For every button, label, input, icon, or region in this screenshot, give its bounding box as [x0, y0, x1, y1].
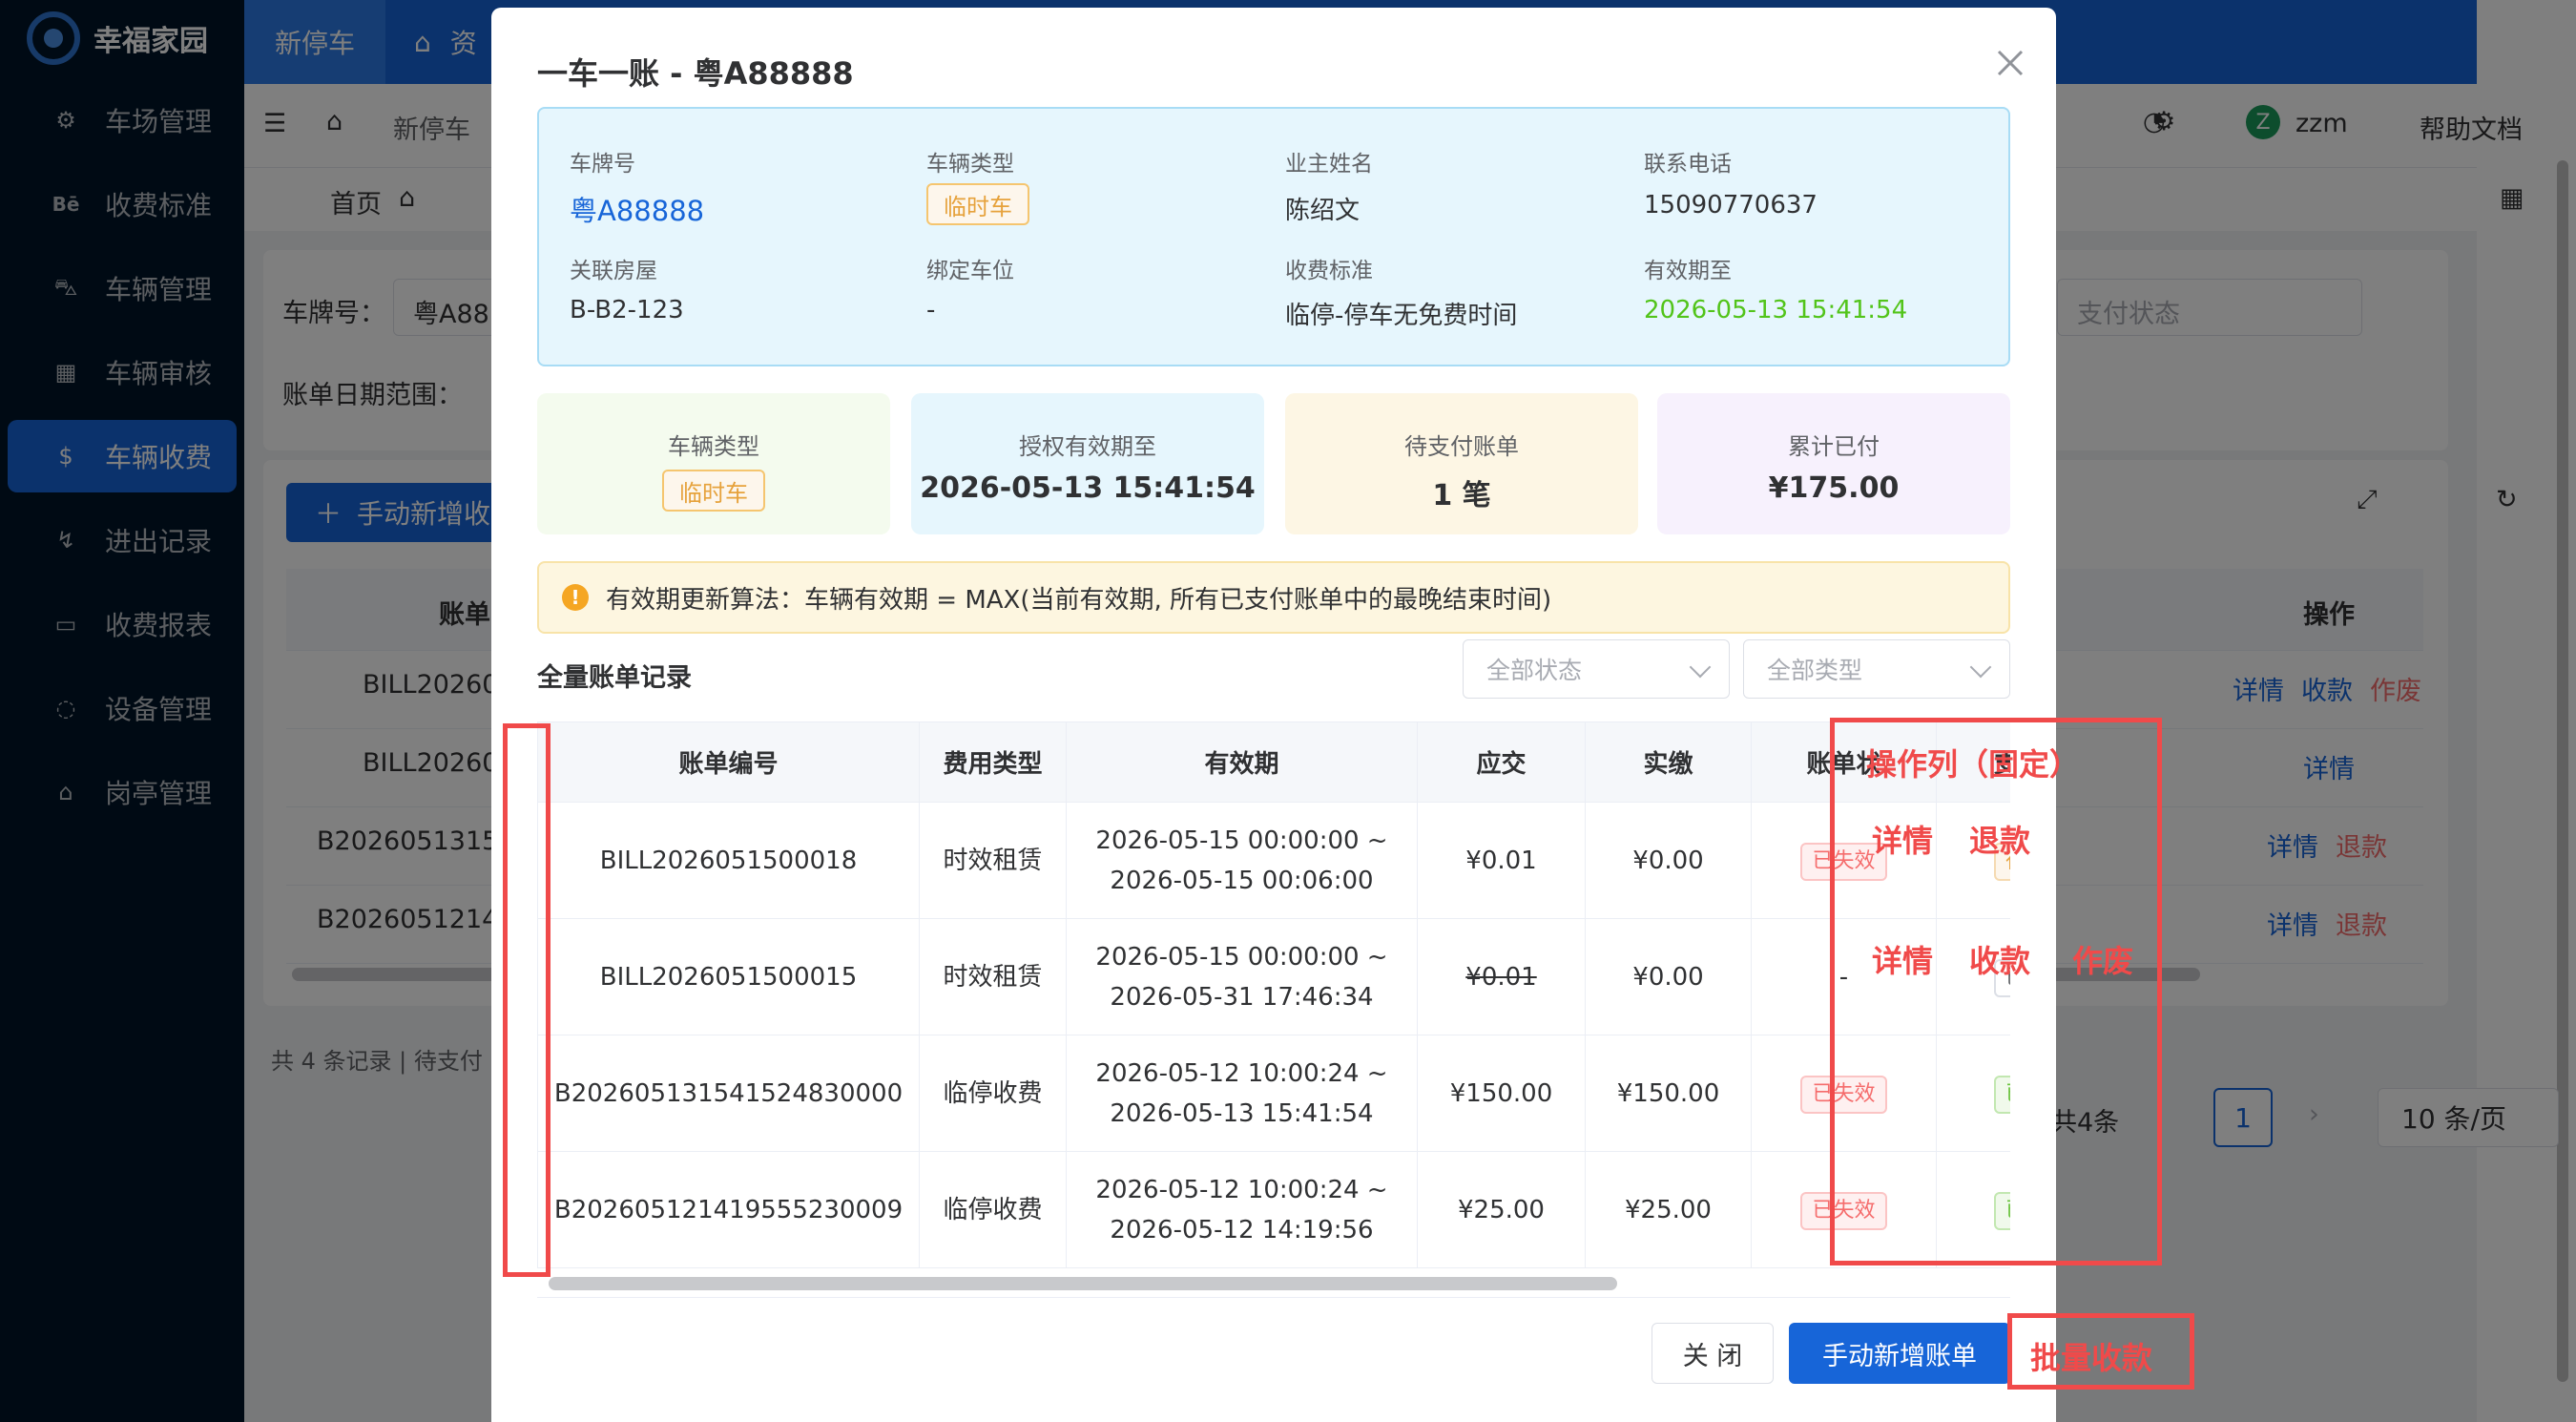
warning-icon: ! [562, 584, 589, 611]
fee-type: 临停收费 [919, 1035, 1067, 1152]
period: 2026-05-15 00:00:00 ~ 2026-05-31 17:46:34 [1066, 918, 1418, 1035]
table-row: B20260513154152483000​0 临停收费 2026-05-12 … [537, 1035, 2010, 1152]
select-placeholder: 全部类型 [1767, 657, 1863, 684]
paid-amount: ¥150.00 [1585, 1035, 1752, 1152]
period: 2026-05-12 10:00:24 ~ 2026-05-13 15:41:54 [1066, 1035, 1418, 1152]
stat-card-pending-bills: 待支付账单 1 笔 [1285, 393, 1638, 534]
stat-value: ¥175.00 [1768, 471, 1900, 505]
owner-label: 业主姓名 [1285, 152, 1373, 177]
bill-no: B2026051214195552300​09 [537, 1151, 920, 1268]
fee-type: 临停收费 [919, 1151, 1067, 1268]
stat-label: 授权有效期至 [1019, 433, 1156, 460]
select-placeholder: 全部状态 [1486, 657, 1583, 684]
col-due: 应交 [1417, 721, 1586, 803]
stat-label: 累计已付 [1788, 433, 1880, 460]
stat-value: 1 笔 [1432, 479, 1491, 512]
bills-table-wrap: 账单编号 费用类型 有效期 应交 实缴 账单状 支 BILL2026051500… [537, 721, 2010, 1298]
bill-no: BILL2026051500015 [537, 918, 920, 1035]
chevron-down-icon [1969, 656, 1992, 679]
annotation-left-box [503, 723, 551, 1277]
col-period: 有效期 [1066, 721, 1418, 803]
period: 2026-05-15 00:00:00 ~ 2026-05-15 00:06:00 [1066, 802, 1418, 919]
stat-card-vehicle-type: 车辆类型 临时车 [537, 393, 890, 534]
expire-value: 2026-05-13 15:41:54 [1644, 296, 1908, 324]
table-horizontal-scrollbar[interactable] [549, 1277, 1617, 1290]
owner-value: 陈绍文 [1285, 197, 1361, 225]
temp-car-tag: 临时车 [662, 470, 765, 512]
bill-no: BILL2026051500018 [537, 802, 920, 919]
temp-car-tag: 临时车 [926, 183, 1029, 225]
stat-card-auth-expire: 授权有效期至 2026-05-13 15:41:54 [911, 393, 1264, 534]
expire-label: 有效期至 [1644, 259, 1732, 283]
annotation-detail: 详情 [1872, 943, 1934, 979]
space-label: 绑定车位 [926, 259, 1014, 283]
type-filter-select[interactable]: 全部类型 [1743, 639, 2010, 699]
period-end: 2026-05-15 00:06:00 [1110, 866, 1374, 895]
due-amount: ¥150.00 [1417, 1035, 1586, 1152]
stat-tag-wrap: 临时车 [537, 470, 890, 512]
due-amount: ¥0.01 [1417, 802, 1586, 919]
paid-amount: ¥25.00 [1585, 1151, 1752, 1268]
alert-text: 有效期更新算法：车辆有效期 = MAX(当前有效期, 所有已支付账单中的最晚结束… [606, 585, 1552, 615]
stat-label: 车辆类型 [668, 433, 759, 460]
annotation-batch-collect: 批量收款 [2030, 1340, 2153, 1376]
annotation-collect: 收款 [1969, 943, 2031, 979]
bill-no: B20260513154152483000​0 [537, 1035, 920, 1152]
table-row: BILL2026051500015 时效租赁 2026-05-15 00:00:… [537, 918, 2010, 1035]
fee-standard-value: 临停-停车无免费时间 [1285, 302, 1518, 330]
vehicle-type-tag: 临时车 [926, 183, 1029, 225]
phone-label: 联系电话 [1644, 152, 1732, 177]
close-icon[interactable] [1989, 42, 2031, 84]
period-start: 2026-05-15 00:00:00 ~ [1095, 942, 1388, 972]
period-start: 2026-05-15 00:00:00 ~ [1095, 826, 1388, 855]
plate-value: 粤A88888 [570, 195, 705, 227]
period-end: 2026-05-13 15:41:54 [1110, 1098, 1374, 1128]
paid-amount: ¥0.00 [1585, 802, 1752, 919]
phone-value: 15090770637 [1644, 191, 1818, 220]
close-button[interactable]: 关 闭 [1652, 1323, 1774, 1384]
annotation-ops-column-label: 操作列（固定） [1866, 746, 2081, 783]
status-filter-select[interactable]: 全部状态 [1463, 639, 1730, 699]
add-bill-button[interactable]: 手动新增账单 [1789, 1323, 2010, 1384]
validity-alert: ! 有效期更新算法：车辆有效期 = MAX(当前有效期, 所有已支付账单中的最晚… [537, 561, 2010, 634]
vehicle-ledger-dialog: 一车一账 - 粤A88888 车牌号 粤A88888 车辆类型 临时车 业主姓名… [491, 8, 2056, 1422]
table-header-row: 账单编号 费用类型 有效期 应交 实缴 账单状 支 [537, 721, 2010, 803]
period-end: 2026-05-12 14:19:56 [1110, 1215, 1374, 1244]
stat-value: 2026-05-13 15:41:54 [920, 471, 1256, 505]
bills-table: 账单编号 费用类型 有效期 应交 实缴 账单状 支 BILL2026051500… [537, 721, 2010, 1268]
period-start: 2026-05-12 10:00:24 ~ [1095, 1058, 1388, 1088]
annotation-refund: 退款 [1969, 823, 2031, 859]
stat-card-total-paid: 累计已付 ¥175.00 [1657, 393, 2010, 534]
table-row: BILL2026051500018 时效租赁 2026-05-15 00:00:… [537, 802, 2010, 919]
col-bill-no: 账单编号 [537, 721, 920, 803]
section-title: 全量账单记录 [537, 663, 692, 693]
space-value: - [926, 296, 936, 324]
dialog-title: 一车一账 - 粤A88888 [537, 55, 854, 92]
annotation-void: 作废 [2072, 943, 2134, 979]
fee-standard-label: 收费标准 [1285, 259, 1373, 283]
plate-label: 车牌号 [570, 152, 635, 177]
period: 2026-05-12 10:00:24 ~ 2026-05-12 14:19:56 [1066, 1151, 1418, 1268]
paid-amount: ¥0.00 [1585, 918, 1752, 1035]
period-start: 2026-05-12 10:00:24 ~ [1095, 1175, 1388, 1204]
stat-label: 待支付账单 [1404, 433, 1519, 460]
annotation-ops-column-box [1830, 718, 2162, 1265]
fee-type: 时效租赁 [919, 802, 1067, 919]
period-end: 2026-05-31 17:46:34 [1110, 982, 1374, 1012]
col-fee-type: 费用类型 [919, 721, 1067, 803]
house-label: 关联房屋 [570, 259, 657, 283]
annotation-detail: 详情 [1872, 823, 1934, 859]
col-paid: 实缴 [1585, 721, 1752, 803]
fee-type: 时效租赁 [919, 918, 1067, 1035]
vehicle-info-card: 车牌号 粤A88888 车辆类型 临时车 业主姓名 陈绍文 联系电话 15090… [537, 107, 2010, 366]
table-row: B2026051214195552300​09 临停收费 2026-05-12 … [537, 1151, 2010, 1268]
chevron-down-icon [1689, 656, 1712, 679]
due-amount: ¥25.00 [1417, 1151, 1586, 1268]
due-amount: ¥0.01 [1417, 918, 1586, 1035]
vehicle-type-label: 车辆类型 [926, 152, 1014, 177]
house-value: B-B2-123 [570, 296, 684, 324]
